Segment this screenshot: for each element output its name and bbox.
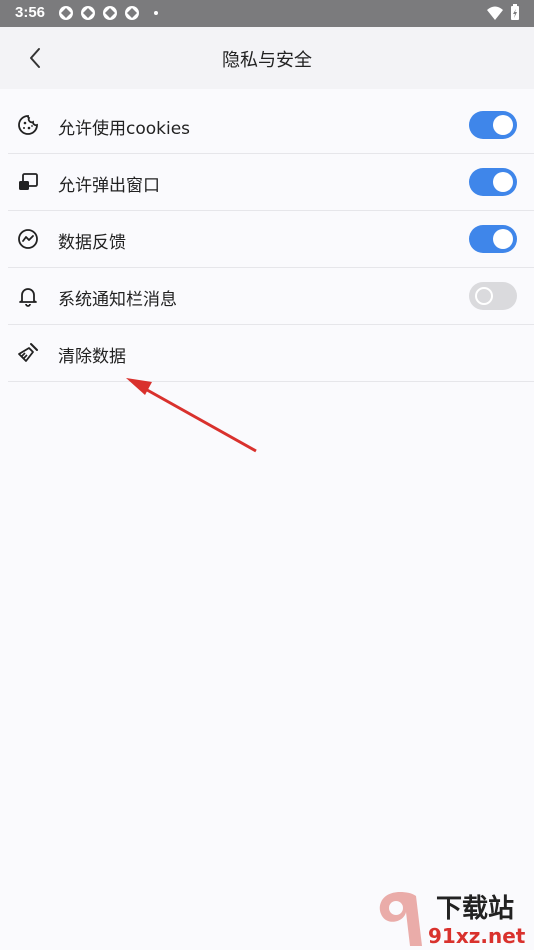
- watermark-en: 91xz.net: [428, 924, 526, 948]
- annotation-arrow: [126, 378, 257, 453]
- watermark-logo-icon: [379, 892, 422, 946]
- watermark-cn: 下载站: [436, 894, 515, 924]
- watermark: 下载站 91xz.net: [370, 888, 534, 950]
